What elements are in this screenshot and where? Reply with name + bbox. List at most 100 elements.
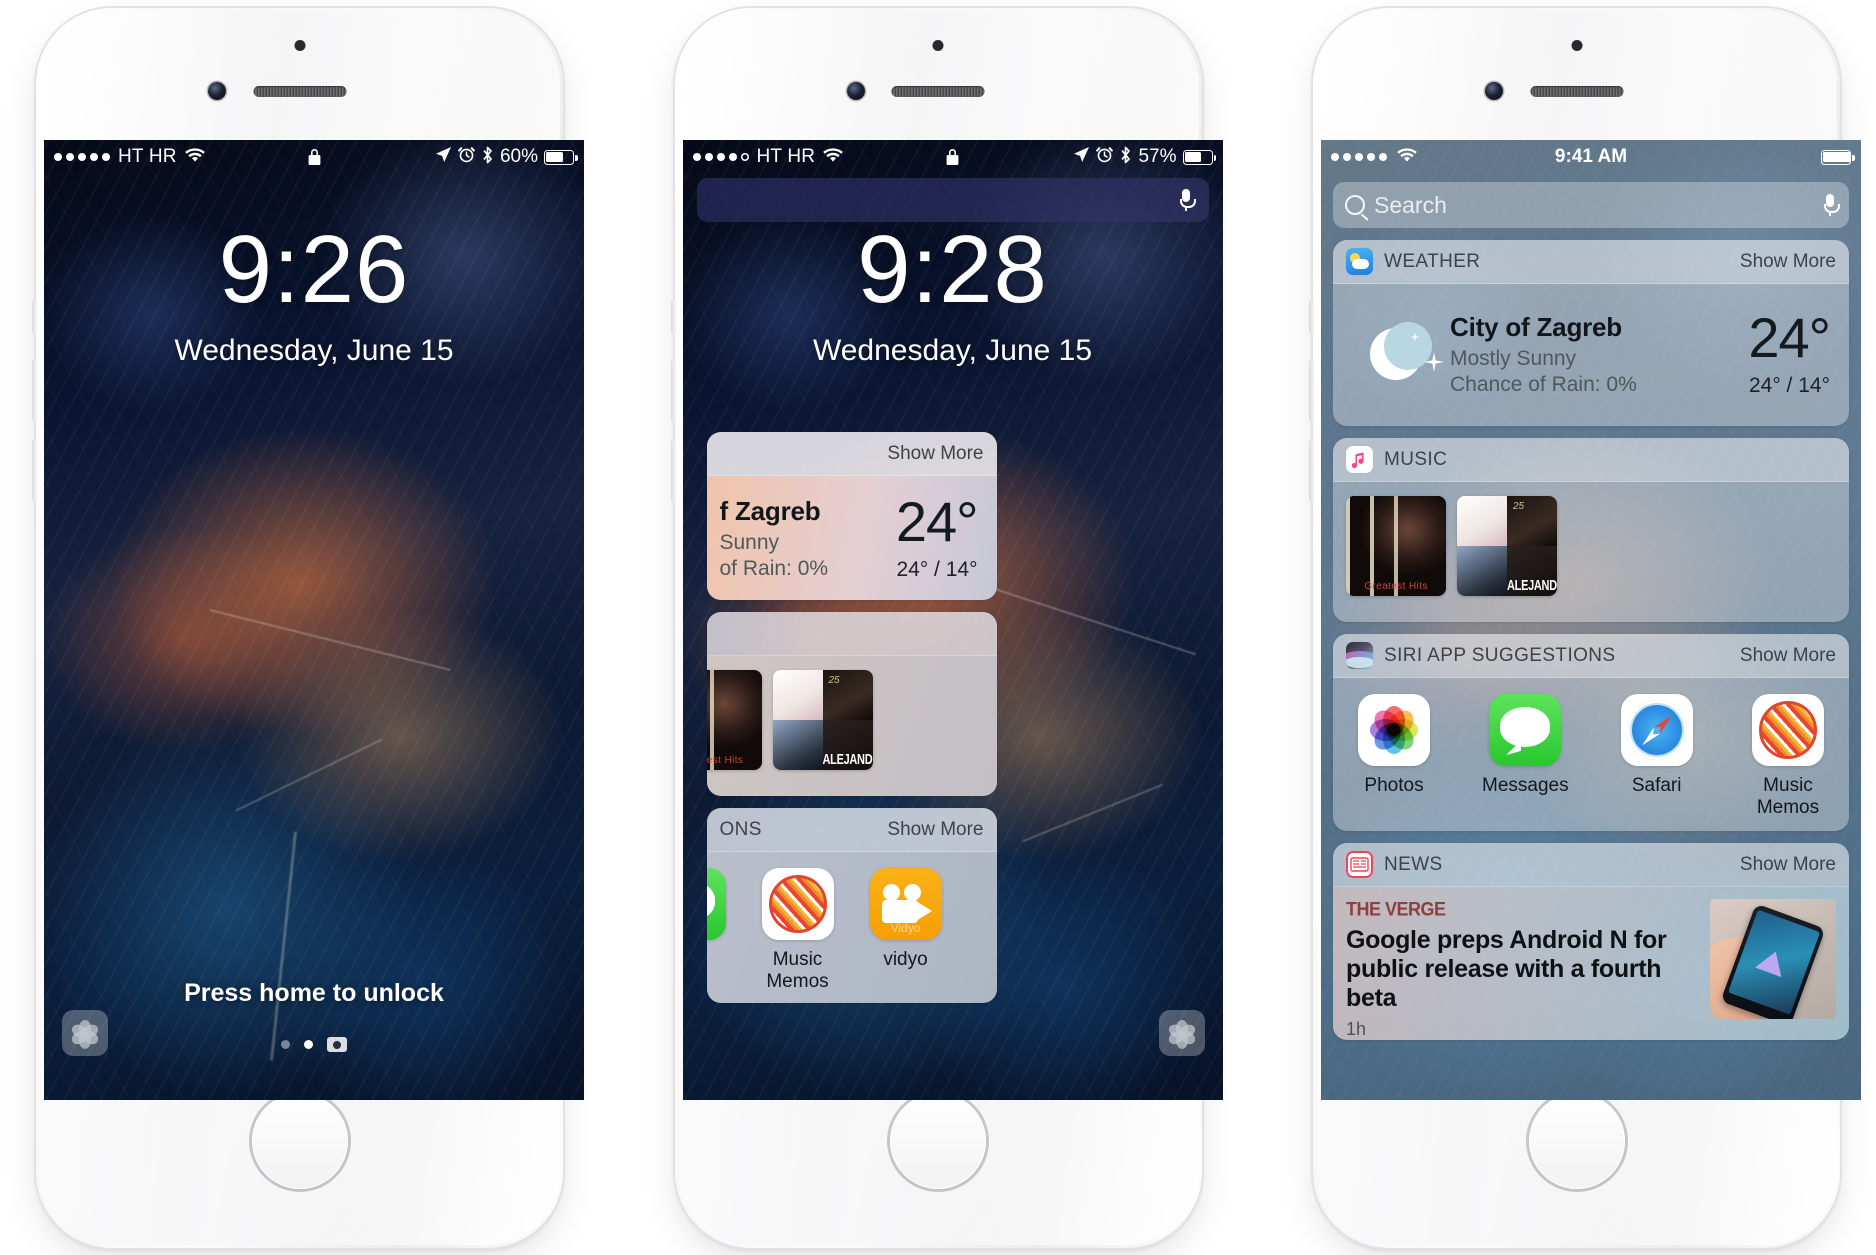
weather-hilo: 24° / 14° (896, 558, 978, 581)
app-suggestion-safari[interactable]: Safari (1611, 694, 1703, 819)
widget-music-partial[interactable]: Greatest Hits 25 ALEJANDRO (706, 612, 997, 796)
status-bar: 9:41 AM (1321, 140, 1861, 174)
battery-icon (544, 149, 578, 165)
proximity-sensor-icon (1571, 40, 1582, 51)
page-indicator (44, 1037, 584, 1052)
widget-siri-app-suggestions[interactable]: SIRI APP SUGGESTIONS Show More Photos Me… (1333, 634, 1849, 831)
widget-header (706, 612, 997, 656)
today-view-sliding[interactable]: Show More f Zagreb Sunny of Rain: 0% 24° (683, 140, 1103, 1100)
album-art-greatest-hits[interactable]: Greatest Hits (706, 670, 762, 770)
phone3-screen[interactable]: 9:41 AM Search WEATHER Show More City of… (1321, 140, 1861, 1100)
search-placeholder: Search (1374, 191, 1447, 218)
microphone-icon[interactable] (1823, 194, 1840, 216)
widget-weather-partial[interactable]: Show More f Zagreb Sunny of Rain: 0% 24° (706, 432, 997, 600)
show-more-button[interactable]: Show More (1740, 645, 1836, 667)
bluetooth-icon (1119, 146, 1132, 169)
search-input[interactable]: Search (1333, 182, 1849, 228)
today-view[interactable]: 9:41 AM Search WEATHER Show More City of… (1321, 140, 1861, 1100)
music-app-icon (1346, 446, 1373, 473)
search-icon (1345, 195, 1365, 215)
signal-strength-icon (1331, 153, 1387, 161)
photos-shortcut-button[interactable] (1158, 1010, 1205, 1056)
page-dot[interactable] (281, 1040, 290, 1049)
app-suggestion-messages[interactable]: Messages (1479, 694, 1571, 819)
album-art-greatest-hits[interactable]: Greatest Hits (1346, 496, 1446, 596)
camera-icon[interactable] (327, 1037, 347, 1052)
alarm-clock-icon (1096, 146, 1114, 168)
weather-app-icon (1346, 248, 1373, 275)
widget-header: NEWS Show More (1333, 843, 1849, 887)
vidyo-watermark: Vidyo (890, 921, 921, 935)
weather-hilo: 24° / 14° (1748, 374, 1830, 397)
mute-switch[interactable] (670, 300, 676, 334)
wifi-icon (823, 147, 844, 168)
widget-header: SIRI APP SUGGESTIONS Show More (1333, 634, 1849, 678)
proximity-sensor-icon (932, 40, 944, 51)
app-suggestion-photos[interactable]: Photos (1348, 694, 1440, 819)
news-headline: Google preps Android N for public releas… (1346, 926, 1667, 1012)
messages-icon (706, 868, 726, 940)
safari-icon (1620, 694, 1693, 766)
widget-news[interactable]: NEWS Show More THE VERGE Google preps An… (1333, 843, 1849, 1040)
app-label: vidyo (883, 949, 928, 970)
widget-title: ONS (719, 818, 762, 840)
widget-music[interactable]: MUSIC Greatest Hits 25 ALEJAND (1333, 438, 1849, 622)
microphone-icon[interactable] (1179, 189, 1196, 211)
battery-icon (1821, 149, 1855, 165)
show-more-button[interactable]: Show More (887, 443, 983, 465)
show-more-button[interactable]: Show More (887, 819, 983, 841)
app-label: Photos (1364, 775, 1424, 796)
search-bar-sliding[interactable] (683, 174, 1223, 226)
front-camera-icon (1485, 82, 1503, 100)
phone1-screen[interactable]: HT HR 60% 9:26 Wednesday, June 15 Press … (44, 140, 584, 1100)
widget-weather[interactable]: WEATHER Show More City of Zagreb Mostly … (1333, 240, 1849, 426)
app-label: es (707, 949, 736, 971)
home-button[interactable] (1528, 1093, 1625, 1189)
show-more-button[interactable]: Show More (1740, 854, 1836, 876)
app-suggestion-music-memos[interactable]: Music Memos (1742, 694, 1834, 819)
wifi-icon (1397, 147, 1417, 168)
widget-header: ONS Show More (706, 808, 997, 852)
proximity-sensor-icon (294, 40, 305, 51)
location-arrow-icon (1073, 146, 1090, 168)
widget-siri-partial[interactable]: ONS Show More es (706, 808, 997, 1003)
home-button[interactable] (890, 1093, 986, 1189)
unlock-hint: Press home to unlock (184, 979, 444, 1007)
widget-header: MUSIC (1333, 438, 1849, 482)
home-button[interactable] (251, 1093, 348, 1189)
app-suggestion-music-memos[interactable]: Music Memos (752, 868, 844, 993)
volume-up-button[interactable] (32, 360, 37, 422)
news-source: THE VERGE (1346, 898, 1446, 920)
show-more-button[interactable]: Show More (1740, 251, 1836, 273)
search-pill[interactable] (696, 178, 1209, 222)
app-label: Safari (1631, 775, 1682, 796)
mute-switch[interactable] (1309, 300, 1314, 334)
album-art-alejandro[interactable]: 25 ALEJANDRO (772, 670, 873, 770)
album-art-alejandro[interactable]: 25 ALEJANDRO (1457, 496, 1557, 596)
app-suggestion-messages[interactable]: es (706, 868, 736, 993)
app-label: Music Memos (766, 949, 829, 992)
volume-down-button[interactable] (1309, 440, 1314, 502)
news-timestamp: 1h (1346, 1019, 1367, 1039)
phone2-screen[interactable]: HT HR 57% 9:28 Wednesday, June 15 Show M… (682, 140, 1223, 1100)
status-bar: HT HR (683, 140, 1223, 174)
battery-percent-label: 57% (1138, 146, 1177, 167)
volume-up-button[interactable] (670, 360, 676, 422)
page-dot-active[interactable] (304, 1040, 313, 1049)
volume-down-button[interactable] (670, 440, 676, 502)
volume-up-button[interactable] (1309, 360, 1314, 422)
widget-title: WEATHER (1384, 250, 1481, 272)
status-bar: HT HR (44, 140, 584, 174)
news-app-icon (1346, 851, 1373, 878)
mute-switch[interactable] (32, 300, 37, 334)
volume-down-button[interactable] (32, 440, 37, 502)
siri-icon (1346, 642, 1373, 669)
vidyo-icon: Vidyo (869, 868, 942, 940)
weather-rain-chance: of Rain: 0% (719, 556, 829, 580)
earpiece-speaker (891, 86, 985, 97)
weather-condition: Mostly Sunny (1450, 346, 1577, 370)
wifi-icon (184, 147, 205, 168)
widget-header: WEATHER Show More (1333, 240, 1849, 284)
battery-icon (1182, 149, 1216, 165)
app-suggestion-vidyo[interactable]: Vidyo vidyo (860, 868, 952, 993)
